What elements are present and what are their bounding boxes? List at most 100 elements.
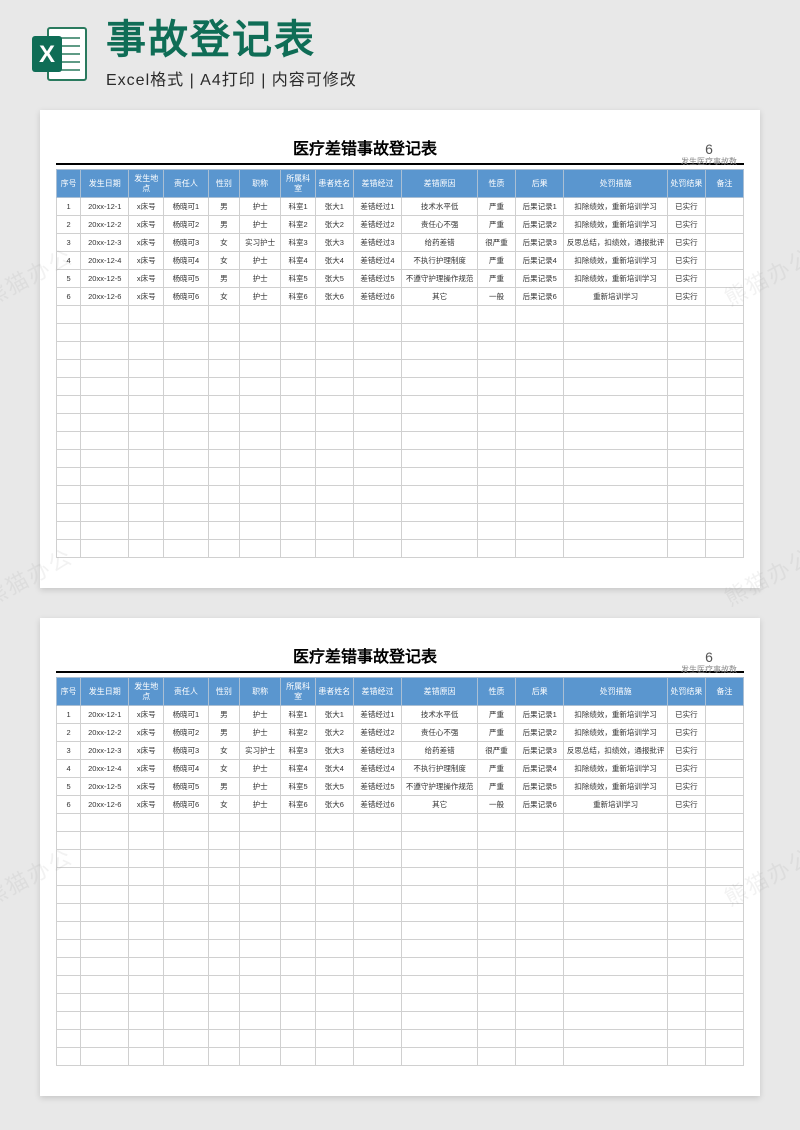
col-gender: 性别 — [208, 170, 239, 198]
table-row: 220xx-12-2x床号杨晓可2男护士科室2张大2差错经过2责任心不强严重后果… — [57, 216, 744, 234]
cell-person: 杨晓可6 — [163, 796, 208, 814]
cell-patient: 张大4 — [315, 252, 353, 270]
count-value: 6 — [674, 142, 744, 156]
table-row-empty — [57, 450, 744, 468]
cell-job: 护士 — [239, 288, 280, 306]
table-row: 420xx-12-4x床号杨晓可4女护士科室4张大4差错经过4不执行护理制度严重… — [57, 760, 744, 778]
cell-punres: 已实行 — [667, 760, 705, 778]
cell-dept: 科室3 — [281, 234, 316, 252]
cell-result: 后果记录3 — [516, 742, 564, 760]
sheet-title-row: 医疗差错事故登记表 6 发生医疗事故数 — [56, 642, 744, 673]
table-row-empty — [57, 832, 744, 850]
table-row-empty — [57, 1030, 744, 1048]
col-note: 备注 — [705, 170, 743, 198]
cell-punres: 已实行 — [667, 270, 705, 288]
col-gender: 性别 — [208, 678, 239, 706]
cell-punres: 已实行 — [667, 252, 705, 270]
cell-note — [705, 778, 743, 796]
cell-patient: 张大5 — [315, 778, 353, 796]
table-row-empty — [57, 850, 744, 868]
cell-process: 差错经过1 — [353, 198, 401, 216]
table-row-empty — [57, 486, 744, 504]
table-row-empty — [57, 868, 744, 886]
table-row: 120xx-12-1x床号杨晓可1男护士科室1张大1差错经过1技术水平低严重后果… — [57, 198, 744, 216]
cell-dept: 科室5 — [281, 778, 316, 796]
cell-patient: 张大4 — [315, 760, 353, 778]
cell-gender: 男 — [208, 270, 239, 288]
cell-note — [705, 796, 743, 814]
cell-job: 护士 — [239, 198, 280, 216]
cell-dept: 科室6 — [281, 796, 316, 814]
cell-action: 扣除绩效，重新培训学习 — [564, 270, 668, 288]
cell-action: 重新培训学习 — [564, 288, 668, 306]
cell-process: 差错经过3 — [353, 234, 401, 252]
cell-dept: 科室5 — [281, 270, 316, 288]
cell-date: 20xx-12-5 — [81, 270, 129, 288]
table-row-empty — [57, 342, 744, 360]
col-process: 差错经过 — [353, 170, 401, 198]
cell-date: 20xx-12-4 — [81, 252, 129, 270]
cell-note — [705, 252, 743, 270]
count-block: 6 发生医疗事故数 — [674, 142, 744, 167]
col-loc: 发生地点 — [129, 170, 164, 198]
document-page-2: 医疗差错事故登记表 6 发生医疗事故数 序号 发生日期 发生地点 责任人 性别 — [40, 618, 760, 1096]
cell-job: 实习护士 — [239, 742, 280, 760]
cell-job: 护士 — [239, 706, 280, 724]
table-row-empty — [57, 504, 744, 522]
table-row: 620xx-12-6x床号杨晓可6女护士科室6张大6差错经过6其它一般后果记录6… — [57, 288, 744, 306]
table-row: 520xx-12-5x床号杨晓可5男护士科室5张大5差错经过5不遵守护理操作规范… — [57, 270, 744, 288]
cell-gender: 女 — [208, 234, 239, 252]
sheet-title-row: 医疗差错事故登记表 6 发生医疗事故数 — [56, 134, 744, 165]
table-row-empty — [57, 324, 744, 342]
cell-nature: 严重 — [478, 778, 516, 796]
table-row-empty — [57, 1012, 744, 1030]
table-header: 序号 发生日期 发生地点 责任人 性别 职称 所属科室 患者姓名 差错经过 差错… — [57, 678, 744, 706]
cell-patient: 张大6 — [315, 288, 353, 306]
cell-date: 20xx-12-6 — [81, 288, 129, 306]
table-row: 220xx-12-2x床号杨晓可2男护士科室2张大2差错经过2责任心不强严重后果… — [57, 724, 744, 742]
cell-process: 差错经过4 — [353, 760, 401, 778]
table-row: 420xx-12-4x床号杨晓可4女护士科室4张大4差错经过4不执行护理制度严重… — [57, 252, 744, 270]
count-value: 6 — [674, 650, 744, 664]
cell-punres: 已实行 — [667, 216, 705, 234]
cell-person: 杨晓可2 — [163, 216, 208, 234]
cell-seq: 1 — [57, 198, 81, 216]
cell-note — [705, 724, 743, 742]
table-row-empty — [57, 540, 744, 558]
cell-patient: 张大6 — [315, 796, 353, 814]
cell-result: 后果记录4 — [516, 252, 564, 270]
cell-dept: 科室1 — [281, 198, 316, 216]
cell-date: 20xx-12-3 — [81, 742, 129, 760]
cell-dept: 科室1 — [281, 706, 316, 724]
cell-patient: 张大1 — [315, 706, 353, 724]
main-title: 事故登记表 — [106, 18, 357, 62]
cell-seq: 5 — [57, 270, 81, 288]
cell-note — [705, 216, 743, 234]
cell-action: 扣除绩效，重新培训学习 — [564, 706, 668, 724]
cell-dept: 科室4 — [281, 252, 316, 270]
col-punres: 处罚结果 — [667, 170, 705, 198]
document-page-1: 医疗差错事故登记表 6 发生医疗事故数 序号 发生日期 发生地点 责任人 性别 — [40, 110, 760, 588]
cell-date: 20xx-12-2 — [81, 216, 129, 234]
cell-result: 后果记录2 — [516, 724, 564, 742]
sheet-title: 医疗差错事故登记表 — [56, 643, 674, 667]
col-loc: 发生地点 — [129, 678, 164, 706]
cell-date: 20xx-12-1 — [81, 198, 129, 216]
cell-punres: 已实行 — [667, 706, 705, 724]
cell-action: 扣除绩效，重新培训学习 — [564, 252, 668, 270]
cell-result: 后果记录4 — [516, 760, 564, 778]
col-job: 职称 — [239, 678, 280, 706]
cell-nature: 一般 — [478, 288, 516, 306]
cell-job: 护士 — [239, 724, 280, 742]
cell-seq: 2 — [57, 724, 81, 742]
cell-nature: 严重 — [478, 760, 516, 778]
table-body: 120xx-12-1x床号杨晓可1男护士科室1张大1差错经过1技术水平低严重后果… — [57, 198, 744, 558]
cell-result: 后果记录1 — [516, 706, 564, 724]
table-row-empty — [57, 814, 744, 832]
cell-date: 20xx-12-5 — [81, 778, 129, 796]
svg-text:X: X — [39, 41, 55, 68]
cell-action: 扣除绩效，重新培训学习 — [564, 778, 668, 796]
accident-table: 序号 发生日期 发生地点 责任人 性别 职称 所属科室 患者姓名 差错经过 差错… — [56, 677, 744, 1066]
cell-reason: 责任心不强 — [402, 724, 478, 742]
cell-patient: 张大3 — [315, 234, 353, 252]
